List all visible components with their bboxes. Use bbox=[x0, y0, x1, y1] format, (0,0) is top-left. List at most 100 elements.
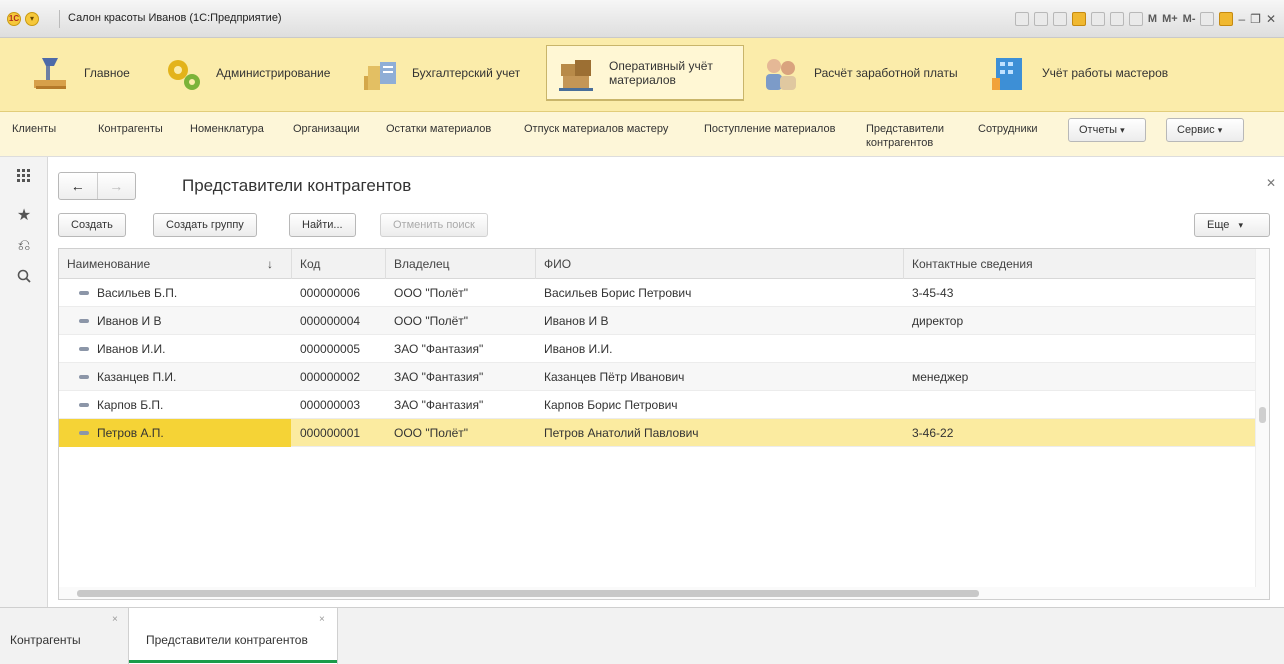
section-label-line1: Оперативный учёт bbox=[609, 58, 713, 73]
representatives-table: Наименование ↓ Код Владелец ФИО Контактны… bbox=[58, 248, 1270, 600]
section-main[interactable]: Главное bbox=[30, 45, 130, 101]
sections-panel: Главное Администрирование Бухгалтерский … bbox=[0, 38, 1284, 112]
table-row[interactable]: Казанцев П.И. 000000002 ЗАО "Фантазия" К… bbox=[59, 363, 1256, 391]
1c-logo-icon[interactable]: 1С bbox=[7, 12, 21, 26]
print-icon[interactable] bbox=[1033, 12, 1048, 26]
link-icon[interactable] bbox=[1090, 12, 1105, 26]
minimize-icon[interactable]: – bbox=[1238, 12, 1245, 26]
search-icon[interactable] bbox=[17, 269, 31, 288]
calendar-icon[interactable] bbox=[1128, 12, 1143, 26]
cmd-nomenclature[interactable]: Номенклатура bbox=[190, 122, 264, 136]
table-row[interactable]: Васильев Б.П. 000000006 ООО "Полёт" Васи… bbox=[59, 279, 1256, 307]
table-row-selected[interactable]: Петров А.П. 000000001 ООО "Полёт" Петров… bbox=[59, 419, 1256, 447]
cell-code: 000000005 bbox=[300, 342, 361, 356]
reports-dropdown[interactable]: Отчеты ▾ bbox=[1068, 118, 1146, 142]
cmd-employees[interactable]: Сотрудники bbox=[978, 122, 1038, 136]
tab-label: Представители контрагентов bbox=[146, 633, 308, 647]
element-icon bbox=[79, 431, 89, 435]
cell-fio: Иванов И.И. bbox=[544, 342, 613, 356]
cell-fio: Казанцев Пётр Иванович bbox=[544, 370, 685, 384]
cell-fio: Петров Анатолий Павлович bbox=[544, 426, 699, 440]
restore-icon[interactable]: ❐ bbox=[1250, 12, 1261, 26]
cmd-counterparties[interactable]: Контрагенты bbox=[98, 122, 163, 136]
cell-owner: ООО "Полёт" bbox=[394, 286, 469, 300]
save-icon[interactable] bbox=[1014, 12, 1029, 26]
section-label: Оперативный учёт материалов bbox=[609, 59, 713, 87]
column-header-name[interactable]: Наименование ↓ bbox=[59, 249, 292, 279]
form-representatives: ← → Представители контрагентов ✕ Создать… bbox=[48, 157, 1284, 607]
page-title: Представители контрагентов bbox=[182, 176, 412, 195]
section-materials[interactable]: Оперативный учёт материалов bbox=[546, 45, 744, 101]
close-tab-icon[interactable]: × bbox=[319, 614, 325, 625]
apps-grid-icon[interactable] bbox=[17, 169, 31, 188]
title-toolbar: M M+ M- – ❐ ✕ bbox=[1014, 10, 1276, 28]
back-arrow-icon[interactable]: ← bbox=[59, 173, 98, 199]
close-icon[interactable]: ✕ bbox=[1266, 176, 1276, 190]
cmd-clients[interactable]: Клиенты bbox=[12, 122, 56, 136]
history-icon[interactable]: ⎌ bbox=[18, 237, 31, 255]
table-row[interactable]: Иванов И В 000000004 ООО "Полёт" Иванов … bbox=[59, 307, 1256, 335]
cmd-representatives-line1: Представители bbox=[866, 123, 945, 135]
main-menu-icon[interactable]: ▾ bbox=[25, 12, 39, 26]
reports-label: Отчеты bbox=[1079, 124, 1118, 136]
more-label: Еще bbox=[1207, 219, 1230, 231]
cmd-representatives[interactable]: Представители контрагентов bbox=[866, 122, 944, 150]
cell-owner: ЗАО "Фантазия" bbox=[394, 370, 484, 384]
close-tab-icon[interactable]: × bbox=[112, 614, 118, 625]
favorites-icon[interactable] bbox=[1071, 12, 1086, 26]
cell-code: 000000003 bbox=[300, 398, 361, 412]
chevron-down-icon: ▾ bbox=[1217, 125, 1223, 135]
section-label: Бухгалтерский учет bbox=[412, 66, 521, 80]
building-icon bbox=[988, 52, 1030, 94]
element-icon bbox=[79, 403, 89, 407]
cell-code: 000000002 bbox=[300, 370, 361, 384]
section-label-line2: материалов bbox=[609, 72, 676, 87]
preview-icon[interactable] bbox=[1052, 12, 1067, 26]
column-header-contacts[interactable]: Контактные сведения bbox=[904, 249, 1256, 279]
create-button[interactable]: Создать bbox=[58, 213, 126, 237]
active-tab-indicator bbox=[129, 660, 337, 663]
memory-mminus-button[interactable]: M- bbox=[1183, 13, 1196, 25]
calculator-icon[interactable] bbox=[1109, 12, 1124, 26]
section-masters[interactable]: Учёт работы мастеров bbox=[988, 45, 1168, 101]
horizontal-scroll-thumb[interactable] bbox=[77, 590, 979, 597]
service-dropdown[interactable]: Сервис ▾ bbox=[1166, 118, 1244, 142]
create-group-button[interactable]: Создать группу bbox=[153, 213, 257, 237]
section-label: Расчёт заработной платы bbox=[814, 66, 958, 80]
section-accounting[interactable]: Бухгалтерский учет bbox=[358, 45, 520, 101]
forward-arrow-icon[interactable]: → bbox=[98, 173, 136, 199]
column-header-fio[interactable]: ФИО bbox=[536, 249, 904, 279]
star-icon[interactable]: ★ bbox=[17, 205, 31, 225]
section-payroll[interactable]: Расчёт заработной платы bbox=[760, 45, 958, 101]
section-label: Администрирование bbox=[216, 66, 331, 80]
memory-m-button[interactable]: M bbox=[1148, 13, 1157, 25]
table-row[interactable]: Карпов Б.П. 000000003 ЗАО "Фантазия" Кар… bbox=[59, 391, 1256, 419]
horizontal-scrollbar[interactable] bbox=[59, 587, 1256, 599]
tab-representatives[interactable]: Представители контрагентов × bbox=[128, 608, 338, 664]
close-window-icon[interactable]: ✕ bbox=[1266, 12, 1276, 26]
more-dropdown[interactable]: Еще ▾ bbox=[1194, 213, 1270, 237]
vertical-scroll-thumb[interactable] bbox=[1259, 407, 1266, 423]
cell-name: Петров А.П. bbox=[97, 426, 164, 440]
info-icon[interactable] bbox=[1219, 12, 1234, 26]
cmd-material-balances[interactable]: Остатки материалов bbox=[386, 122, 491, 136]
find-button[interactable]: Найти... bbox=[289, 213, 356, 237]
section-administration[interactable]: Администрирование bbox=[162, 45, 330, 101]
cell-code: 000000004 bbox=[300, 314, 361, 328]
cmd-material-receipt[interactable]: Поступление материалов bbox=[704, 122, 835, 136]
cmd-organizations[interactable]: Организации bbox=[293, 122, 360, 136]
cell-owner: ООО "Полёт" bbox=[394, 426, 469, 440]
column-header-owner[interactable]: Владелец bbox=[386, 249, 536, 279]
tab-counterparties[interactable]: Контрагенты × bbox=[0, 608, 128, 664]
cell-fio: Карпов Борис Петрович bbox=[544, 398, 678, 412]
vertical-scrollbar[interactable] bbox=[1255, 249, 1269, 599]
cell-contacts: менеджер bbox=[912, 370, 969, 384]
panel-layout-icon[interactable] bbox=[1200, 12, 1215, 26]
cmd-material-issue[interactable]: Отпуск материалов мастеру bbox=[524, 122, 668, 136]
cancel-search-button[interactable]: Отменить поиск bbox=[380, 213, 488, 237]
commands-bar: Клиенты Контрагенты Номенклатура Организ… bbox=[0, 112, 1284, 157]
column-header-code[interactable]: Код bbox=[292, 249, 386, 279]
memory-mplus-button[interactable]: M+ bbox=[1162, 13, 1178, 25]
current-cell-highlight bbox=[59, 419, 291, 447]
table-row[interactable]: Иванов И.И. 000000005 ЗАО "Фантазия" Ива… bbox=[59, 335, 1256, 363]
